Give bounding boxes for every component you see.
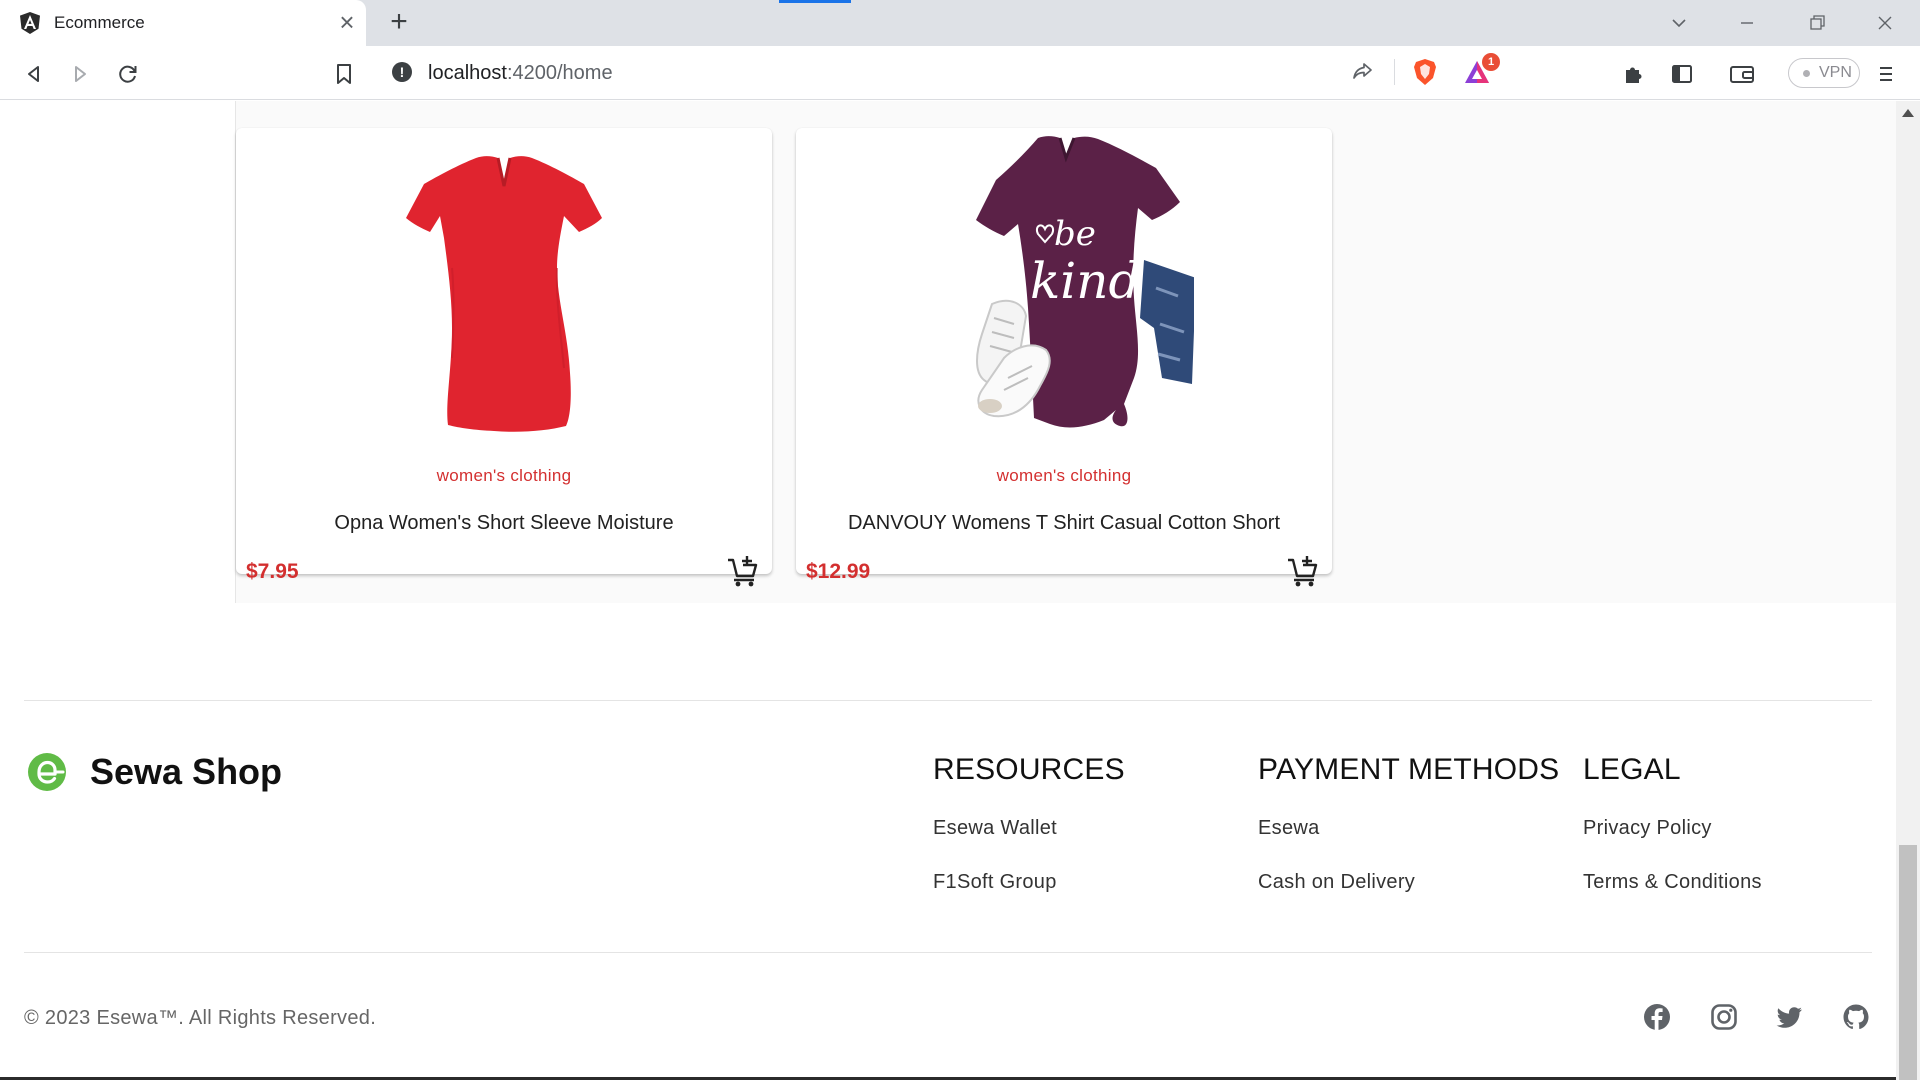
new-tab-button[interactable]: + <box>384 7 414 38</box>
footer-link-cash-on-delivery[interactable]: Cash on Delivery <box>1258 871 1415 894</box>
footer-column-title: PAYMENT METHODS <box>1258 753 1560 786</box>
vpn-button[interactable]: VPN <box>1788 58 1860 88</box>
footer-link-esewa-wallet[interactable]: Esewa Wallet <box>933 817 1057 840</box>
vpn-label: VPN <box>1819 64 1852 81</box>
product-title[interactable]: DANVOUY Womens T Shirt Casual Cotton Sho… <box>796 512 1332 535</box>
product-price: $7.95 <box>246 560 299 583</box>
extensions-icon[interactable] <box>1618 58 1650 90</box>
footer-link-f1soft-group[interactable]: F1Soft Group <box>933 871 1057 894</box>
site-info-icon[interactable]: ! <box>392 62 412 82</box>
footer-link-esewa[interactable]: Esewa <box>1258 817 1320 840</box>
footer-column-payment-methods: PAYMENT METHODS Esewa Cash on Delivery <box>1258 753 1560 893</box>
facebook-icon[interactable] <box>1643 1003 1671 1031</box>
browser-tab-bar: Ecommerce × + <box>0 0 1920 46</box>
browser-tab[interactable]: Ecommerce × <box>0 0 366 46</box>
url-path: :4200/home <box>506 62 613 84</box>
product-title[interactable]: Opna Women's Short Sleeve Moisture <box>236 512 772 535</box>
filter-sidebar <box>0 101 236 603</box>
page-scrollbar[interactable] <box>1896 101 1920 1080</box>
share-icon[interactable] <box>1350 59 1376 85</box>
site-footer: Sewa Shop RESOURCES Esewa Wallet F1Soft … <box>0 603 1896 1080</box>
address-bar[interactable]: ! localhost:4200/home 1 <box>378 51 1502 93</box>
github-icon[interactable] <box>1842 1003 1870 1031</box>
product-card[interactable]: women's clothing Opna Women's Short Slee… <box>236 128 772 587</box>
vpn-status-dot <box>1803 70 1810 77</box>
tab-close-icon[interactable]: × <box>334 9 360 36</box>
browser-toolbar: ! localhost:4200/home 1 VPN <box>0 46 1920 100</box>
address-bar-separator <box>1394 59 1395 85</box>
main-menu-icon[interactable] <box>1870 58 1902 90</box>
footer-column-title: LEGAL <box>1583 753 1681 786</box>
sidebar-toggle-icon[interactable] <box>1666 58 1698 90</box>
back-arrow-icon[interactable] <box>18 58 50 90</box>
twitter-icon[interactable] <box>1776 1003 1804 1031</box>
tshirt-print-be: be <box>1054 214 1096 254</box>
product-price: $12.99 <box>806 560 871 583</box>
tshirt-print-kind: kind <box>1030 252 1141 310</box>
tab-title: Ecommerce <box>54 13 145 32</box>
product-card[interactable]: be kind women's clothing DANVOUY Womens … <box>796 128 1332 587</box>
product-image-red-tshirt[interactable] <box>374 128 634 433</box>
footer-brand[interactable]: Sewa Shop <box>28 751 282 793</box>
wallet-icon[interactable] <box>1726 58 1758 90</box>
products-section: women's clothing Opna Women's Short Slee… <box>0 101 1896 603</box>
reload-icon[interactable] <box>112 58 144 90</box>
product-category: women's clothing <box>436 466 572 485</box>
bookmark-icon[interactable] <box>328 58 360 90</box>
esewa-logo-icon <box>28 753 66 791</box>
footer-column-resources: RESOURCES Esewa Wallet F1Soft Group <box>933 753 1125 893</box>
footer-link-terms-conditions[interactable]: Terms & Conditions <box>1583 871 1762 894</box>
footer-divider-bottom <box>24 952 1872 953</box>
web-page: women's clothing Opna Women's Short Slee… <box>0 101 1896 1080</box>
scroll-up-arrow-icon[interactable] <box>1902 109 1914 117</box>
brave-shields-icon[interactable] <box>1412 58 1438 86</box>
copyright-text: © 2023 Esewa™. All Rights Reserved. <box>24 1007 377 1029</box>
brand-name: Sewa Shop <box>90 751 283 792</box>
add-to-cart-icon[interactable] <box>1286 554 1320 588</box>
footer-column-title: RESOURCES <box>933 753 1125 786</box>
instagram-icon[interactable] <box>1710 1003 1738 1031</box>
scrollbar-thumb[interactable] <box>1899 845 1917 1080</box>
forward-arrow-icon[interactable] <box>64 58 96 90</box>
tab-loading-indicator <box>779 0 851 3</box>
restore-window-icon[interactable] <box>1802 9 1832 37</box>
product-image-purple-tshirt[interactable]: be kind <box>934 128 1194 433</box>
tab-search-chevron-icon[interactable] <box>1664 9 1694 37</box>
rewards-badge: 1 <box>1482 53 1500 71</box>
url-host: localhost <box>428 62 507 84</box>
add-to-cart-icon[interactable] <box>726 554 760 588</box>
footer-divider-top <box>24 700 1872 701</box>
url-text[interactable]: localhost:4200/home <box>428 62 613 85</box>
footer-column-legal: LEGAL Privacy Policy Terms & Conditions <box>1583 753 1762 893</box>
close-window-icon[interactable] <box>1870 9 1900 37</box>
minimize-window-icon[interactable] <box>1732 9 1762 37</box>
angular-icon <box>20 12 40 34</box>
product-category: women's clothing <box>996 466 1132 485</box>
footer-link-privacy-policy[interactable]: Privacy Policy <box>1583 817 1712 840</box>
